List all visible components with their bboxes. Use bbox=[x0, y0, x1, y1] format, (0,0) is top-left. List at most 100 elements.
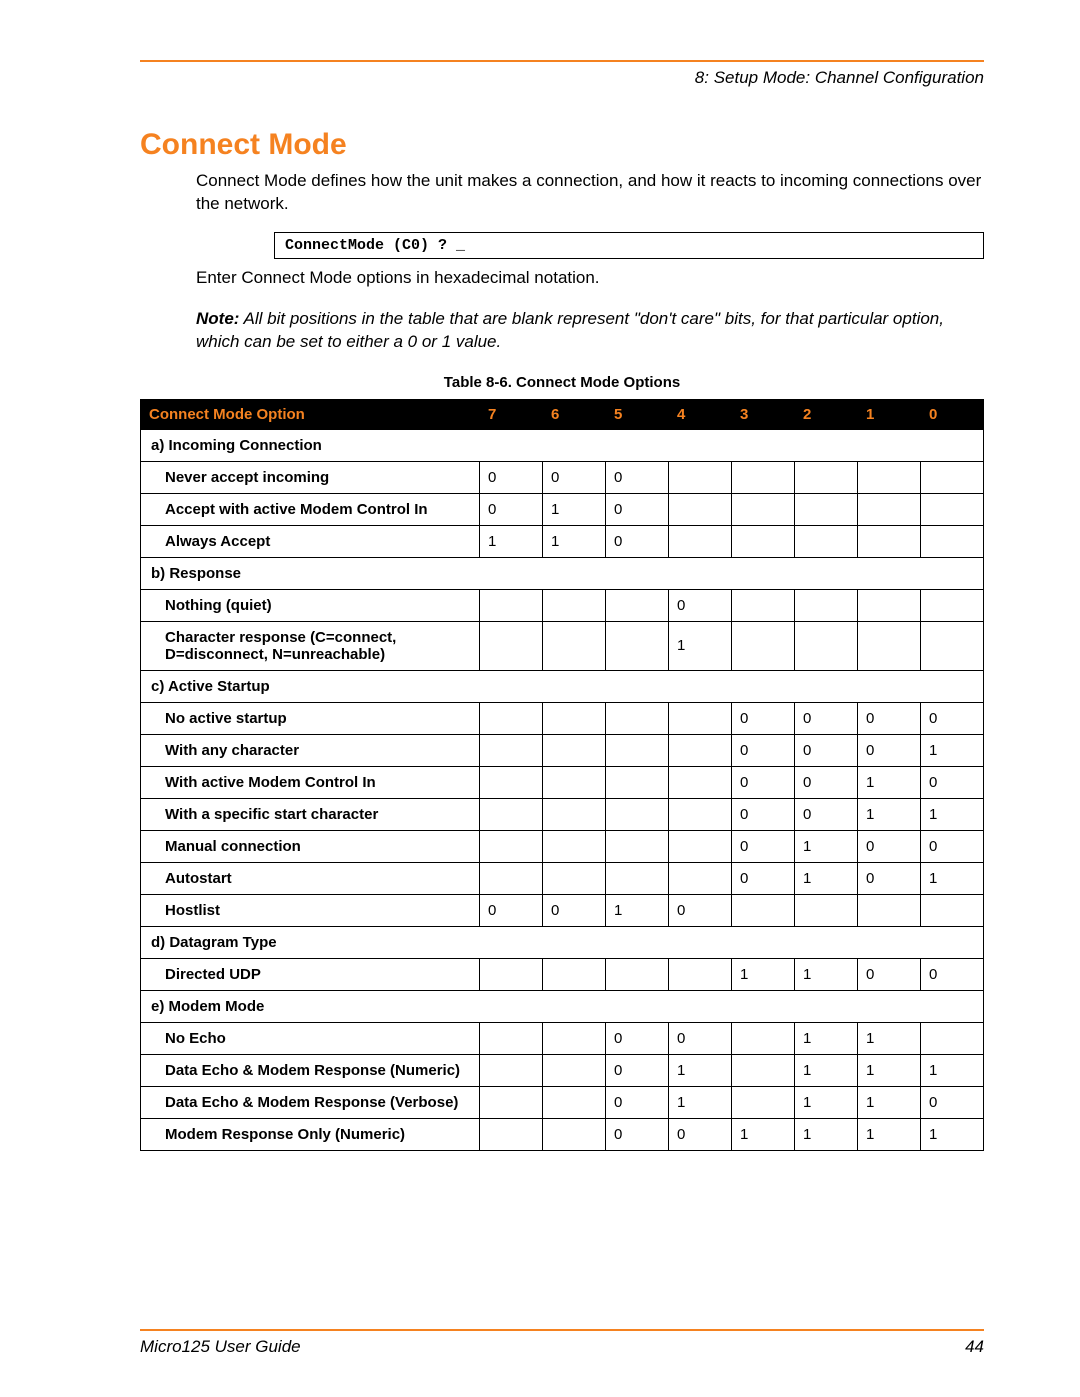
bit-cell bbox=[669, 525, 732, 557]
bit-cell bbox=[795, 621, 858, 670]
bit-cell: 1 bbox=[669, 1086, 732, 1118]
bit-cell: 0 bbox=[795, 766, 858, 798]
option-cell: No Echo bbox=[141, 1022, 480, 1054]
bit-cell: 1 bbox=[921, 1054, 984, 1086]
bit-cell: 0 bbox=[858, 862, 921, 894]
table-row: With a specific start character0011 bbox=[141, 798, 984, 830]
bit-cell: 0 bbox=[858, 958, 921, 990]
option-cell: With any character bbox=[141, 734, 480, 766]
bit-cell bbox=[669, 734, 732, 766]
intro-paragraph: Connect Mode defines how the unit makes … bbox=[196, 170, 984, 216]
bit-cell bbox=[480, 1086, 543, 1118]
bit-cell: 0 bbox=[480, 894, 543, 926]
bit-cell: 0 bbox=[732, 734, 795, 766]
bit-cell: 1 bbox=[480, 525, 543, 557]
bit-cell: 0 bbox=[732, 862, 795, 894]
table-row: Always Accept110 bbox=[141, 525, 984, 557]
footer-page: 44 bbox=[965, 1337, 984, 1357]
bit-cell bbox=[921, 525, 984, 557]
bit-cell bbox=[732, 525, 795, 557]
table-row: Nothing (quiet)0 bbox=[141, 589, 984, 621]
col-bit-3: 3 bbox=[732, 399, 795, 429]
option-cell: With a specific start character bbox=[141, 798, 480, 830]
bit-cell: 1 bbox=[669, 1054, 732, 1086]
bit-cell: 0 bbox=[732, 798, 795, 830]
option-cell: Directed UDP bbox=[141, 958, 480, 990]
bit-cell: 0 bbox=[858, 830, 921, 862]
option-cell: Always Accept bbox=[141, 525, 480, 557]
bit-cell: 1 bbox=[795, 1022, 858, 1054]
section-cell: b) Response bbox=[141, 557, 984, 589]
bit-cell: 0 bbox=[921, 1086, 984, 1118]
option-cell: Never accept incoming bbox=[141, 461, 480, 493]
bit-cell bbox=[732, 1086, 795, 1118]
bit-cell: 1 bbox=[858, 1022, 921, 1054]
bit-cell: 1 bbox=[858, 1054, 921, 1086]
bit-cell bbox=[480, 621, 543, 670]
bit-cell: 0 bbox=[606, 1022, 669, 1054]
col-bit-2: 2 bbox=[795, 399, 858, 429]
bit-cell: 0 bbox=[606, 525, 669, 557]
bit-cell bbox=[732, 461, 795, 493]
table-row: Modem Response Only (Numeric)001111 bbox=[141, 1118, 984, 1150]
bit-cell: 0 bbox=[858, 734, 921, 766]
bit-cell: 0 bbox=[606, 1054, 669, 1086]
col-bit-0: 0 bbox=[921, 399, 984, 429]
bit-cell bbox=[543, 1022, 606, 1054]
bit-cell: 0 bbox=[921, 702, 984, 734]
bit-cell: 1 bbox=[795, 1086, 858, 1118]
bit-cell: 1 bbox=[921, 862, 984, 894]
page: 8: Setup Mode: Channel Configuration Con… bbox=[0, 0, 1080, 1397]
bit-cell: 1 bbox=[732, 1118, 795, 1150]
bit-cell bbox=[669, 798, 732, 830]
table-row: Autostart0101 bbox=[141, 862, 984, 894]
table-row: Manual connection0100 bbox=[141, 830, 984, 862]
table-row: Directed UDP1100 bbox=[141, 958, 984, 990]
bit-cell bbox=[669, 702, 732, 734]
bit-cell: 0 bbox=[480, 493, 543, 525]
bit-cell bbox=[669, 766, 732, 798]
bit-cell bbox=[606, 862, 669, 894]
enter-instruction: Enter Connect Mode options in hexadecima… bbox=[196, 267, 984, 290]
bit-cell bbox=[480, 862, 543, 894]
section-cell: c) Active Startup bbox=[141, 670, 984, 702]
table-row: e) Modem Mode bbox=[141, 990, 984, 1022]
table-header-row: Connect Mode Option 7 6 5 4 3 2 1 0 bbox=[141, 399, 984, 429]
table-row: Accept with active Modem Control In010 bbox=[141, 493, 984, 525]
bit-cell bbox=[480, 1118, 543, 1150]
table-row: With any character0001 bbox=[141, 734, 984, 766]
col-bit-1: 1 bbox=[858, 399, 921, 429]
bit-cell bbox=[480, 958, 543, 990]
option-cell: With active Modem Control In bbox=[141, 766, 480, 798]
col-bit-4: 4 bbox=[669, 399, 732, 429]
bit-cell bbox=[858, 461, 921, 493]
col-bit-6: 6 bbox=[543, 399, 606, 429]
bit-cell bbox=[795, 493, 858, 525]
bit-cell: 1 bbox=[858, 1086, 921, 1118]
table-row: Data Echo & Modem Response (Verbose)0111… bbox=[141, 1086, 984, 1118]
table-row: Hostlist0010 bbox=[141, 894, 984, 926]
note-label: Note: bbox=[196, 309, 239, 328]
bit-cell: 0 bbox=[732, 830, 795, 862]
bit-cell: 1 bbox=[858, 1118, 921, 1150]
bit-cell: 0 bbox=[921, 766, 984, 798]
bit-cell bbox=[480, 798, 543, 830]
bit-cell bbox=[606, 766, 669, 798]
bit-cell bbox=[543, 862, 606, 894]
bit-cell bbox=[921, 589, 984, 621]
bit-cell bbox=[543, 702, 606, 734]
bit-cell: 0 bbox=[795, 702, 858, 734]
table-row: a) Incoming Connection bbox=[141, 429, 984, 461]
footer: Micro125 User Guide 44 bbox=[140, 1329, 984, 1357]
table-caption: Table 8-6. Connect Mode Options bbox=[140, 374, 984, 391]
bit-cell bbox=[543, 766, 606, 798]
bit-cell bbox=[480, 1022, 543, 1054]
bit-cell: 1 bbox=[795, 862, 858, 894]
bit-cell bbox=[732, 894, 795, 926]
bit-cell bbox=[543, 958, 606, 990]
option-cell: Accept with active Modem Control In bbox=[141, 493, 480, 525]
bit-cell bbox=[543, 589, 606, 621]
table-row: b) Response bbox=[141, 557, 984, 589]
page-title: Connect Mode bbox=[140, 128, 984, 162]
bit-cell bbox=[543, 1118, 606, 1150]
